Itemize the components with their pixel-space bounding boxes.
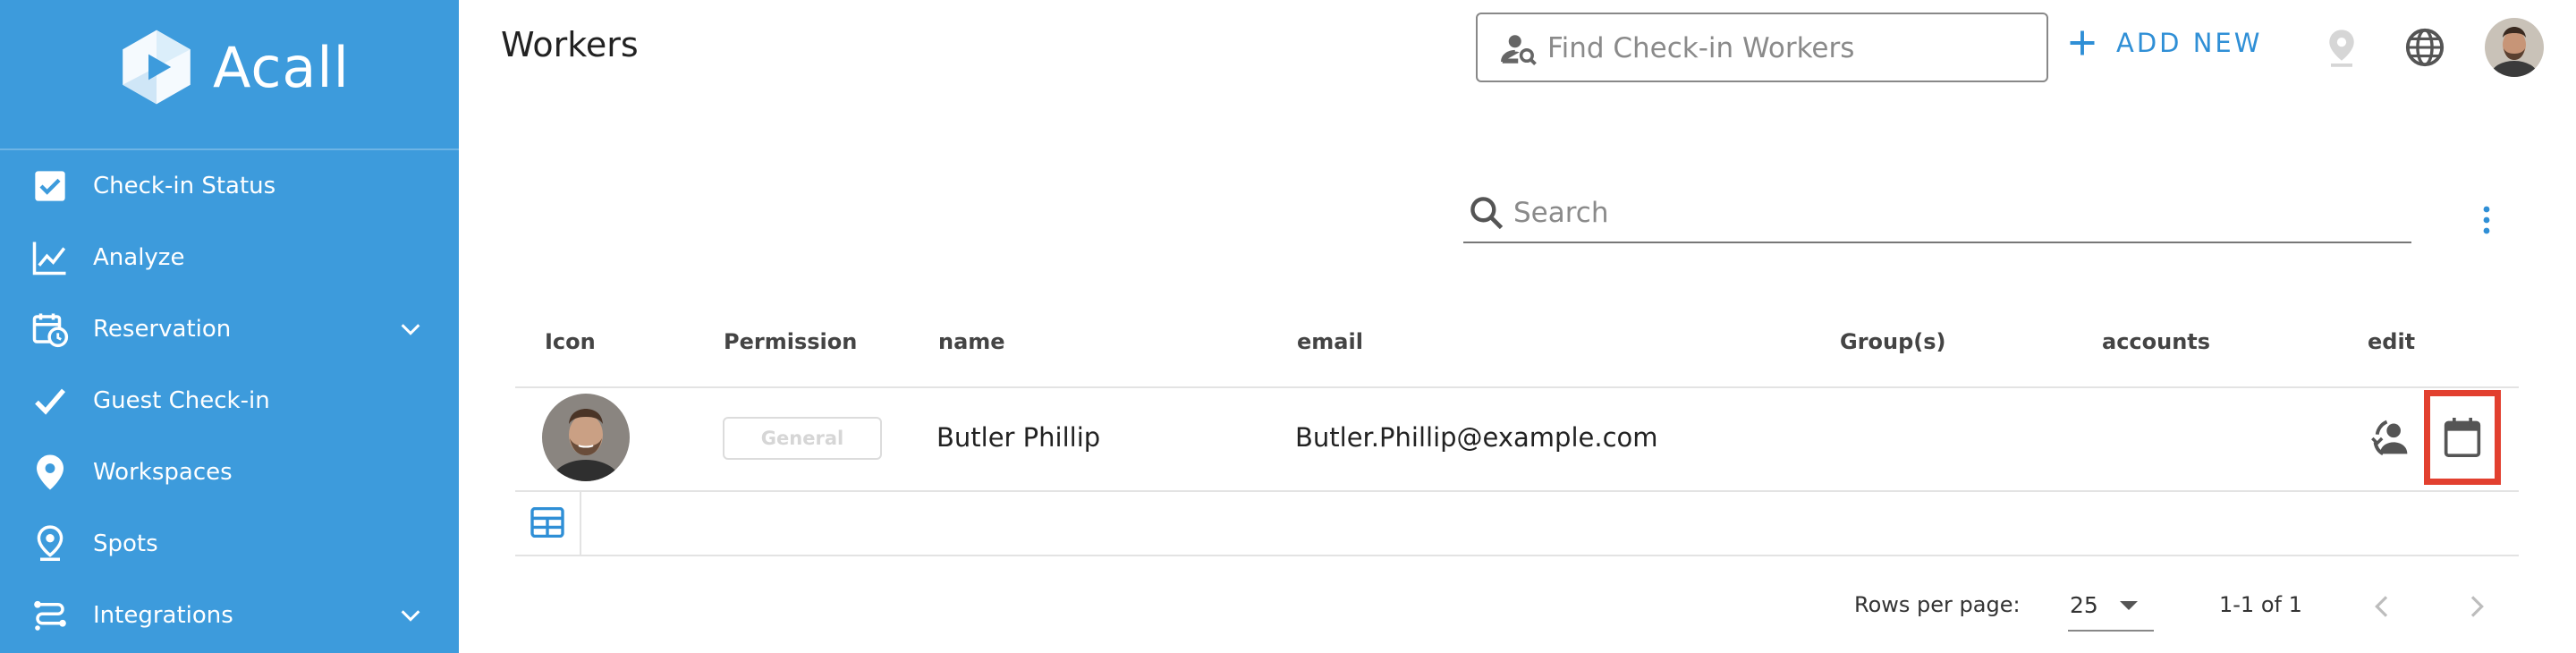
- find-workers-input[interactable]: [1547, 27, 2030, 70]
- find-workers-field[interactable]: [1476, 13, 2048, 82]
- add-new-label: ADD NEW: [2116, 28, 2263, 58]
- worker-avatar: [542, 394, 630, 481]
- table-footer-divider: [515, 555, 2519, 556]
- sidebar: Acall Check-in Status Analyze Reservatio…: [0, 0, 459, 653]
- check-icon: [30, 381, 70, 420]
- user-search-icon: [1501, 35, 1537, 65]
- search-icon: [1470, 197, 1504, 230]
- worker-email: Butler.Phillip@example.com: [1295, 422, 1658, 453]
- caret-down-icon: [2120, 601, 2138, 610]
- sidebar-item-workspaces[interactable]: Workspaces: [0, 437, 459, 508]
- user-avatar[interactable]: [2485, 18, 2544, 77]
- page-title: Workers: [501, 25, 639, 64]
- chevron-right-icon[interactable]: [2462, 590, 2490, 623]
- plus-icon: [2070, 30, 2095, 55]
- chevron-down-icon[interactable]: [398, 317, 423, 342]
- sidebar-item-label: Reservation: [93, 316, 232, 343]
- add-new-button[interactable]: ADD NEW: [2066, 27, 2262, 59]
- sidebar-item-analyze[interactable]: Analyze: [0, 222, 459, 293]
- table-grid-icon: [530, 507, 564, 538]
- worker-photo: [542, 394, 630, 481]
- sidebar-item-label: Spots: [93, 530, 158, 557]
- brand-logo[interactable]: Acall: [116, 27, 350, 107]
- column-header-name[interactable]: name: [938, 329, 1005, 354]
- table-header-divider: [515, 386, 2519, 388]
- sidebar-item-guest-check-in[interactable]: Guest Check-in: [0, 365, 459, 437]
- column-header-groups[interactable]: Group(s): [1840, 329, 1946, 354]
- avatar-image: [2485, 18, 2544, 77]
- table-view-button[interactable]: [515, 490, 581, 555]
- pagination-range: 1-1 of 1: [2219, 592, 2302, 617]
- spot-pin-icon: [30, 524, 70, 564]
- column-header-accounts[interactable]: accounts: [2102, 329, 2210, 354]
- permission-badge: General: [723, 417, 882, 460]
- chevron-down-icon[interactable]: [398, 603, 423, 628]
- sidebar-item-label: Integrations: [93, 602, 233, 629]
- calendar-icon: [2444, 418, 2481, 458]
- sidebar-item-integrations[interactable]: Integrations: [0, 580, 459, 651]
- globe-icon[interactable]: [2404, 27, 2445, 68]
- row-divider: [515, 490, 2519, 492]
- sidebar-item-spots[interactable]: Spots: [0, 508, 459, 580]
- calendar-clock-icon: [30, 310, 70, 349]
- brand-name: Acall: [213, 34, 350, 100]
- user-switch-icon[interactable]: [2368, 415, 2415, 462]
- search-input[interactable]: [1513, 193, 2390, 233]
- integrations-icon: [30, 596, 70, 635]
- column-header-email[interactable]: email: [1297, 329, 1363, 354]
- location-pin-icon: [30, 453, 70, 492]
- sidebar-item-check-in-status[interactable]: Check-in Status: [0, 150, 459, 222]
- table-search[interactable]: [1463, 186, 2411, 243]
- column-header-permission[interactable]: Permission: [724, 329, 857, 354]
- calendar-button[interactable]: [2424, 390, 2501, 485]
- chevron-left-icon[interactable]: [2368, 590, 2397, 623]
- sidebar-item-label: Analyze: [93, 244, 185, 271]
- checkbox-icon: [30, 166, 70, 206]
- rows-per-page-value: 25: [2070, 592, 2098, 618]
- sidebar-item-label: Workspaces: [93, 459, 233, 486]
- line-chart-icon: [30, 238, 70, 277]
- more-options-icon[interactable]: [2474, 202, 2499, 238]
- sidebar-item-label: Guest Check-in: [93, 387, 270, 414]
- column-header-edit[interactable]: edit: [2368, 329, 2415, 354]
- sidebar-item-reservation[interactable]: Reservation: [0, 293, 459, 365]
- location-pin-icon[interactable]: [2322, 27, 2361, 70]
- column-header-icon[interactable]: Icon: [545, 329, 596, 354]
- rows-per-page-select[interactable]: 25: [2068, 581, 2154, 632]
- sidebar-item-label: Check-in Status: [93, 173, 276, 199]
- acall-logo-icon: [123, 30, 191, 105]
- worker-name: Butler Phillip: [936, 422, 1101, 453]
- rows-per-page-label: Rows per page:: [1854, 592, 2021, 617]
